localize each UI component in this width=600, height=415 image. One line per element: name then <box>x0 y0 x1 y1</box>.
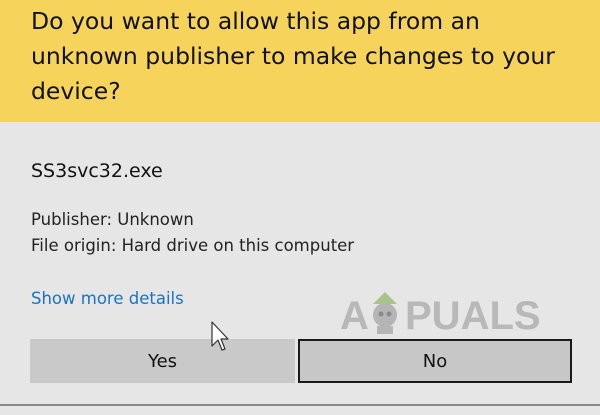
publisher-info: Publisher: Unknown <box>31 210 194 229</box>
mouse-pointer-icon <box>211 321 229 351</box>
file-origin-info: File origin: Hard drive on this computer <box>31 236 355 255</box>
show-more-details-link[interactable]: Show more details <box>31 289 184 308</box>
dialog-header: Do you want to allow this app from an un… <box>0 0 600 122</box>
app-filename: SS3svc32.exe <box>31 160 163 182</box>
uac-dialog: Do you want to allow this app from an un… <box>0 0 600 415</box>
appuals-watermark: A PUALS <box>340 292 541 338</box>
dialog-bottom-divider <box>0 404 600 406</box>
appuals-mascot-icon <box>373 292 397 334</box>
dialog-question: Do you want to allow this app from an un… <box>31 7 555 105</box>
watermark-text-right: PUALS <box>405 294 541 338</box>
yes-button[interactable]: Yes <box>30 339 295 383</box>
watermark-text-left: A <box>340 294 369 338</box>
no-button[interactable]: No <box>298 339 572 383</box>
